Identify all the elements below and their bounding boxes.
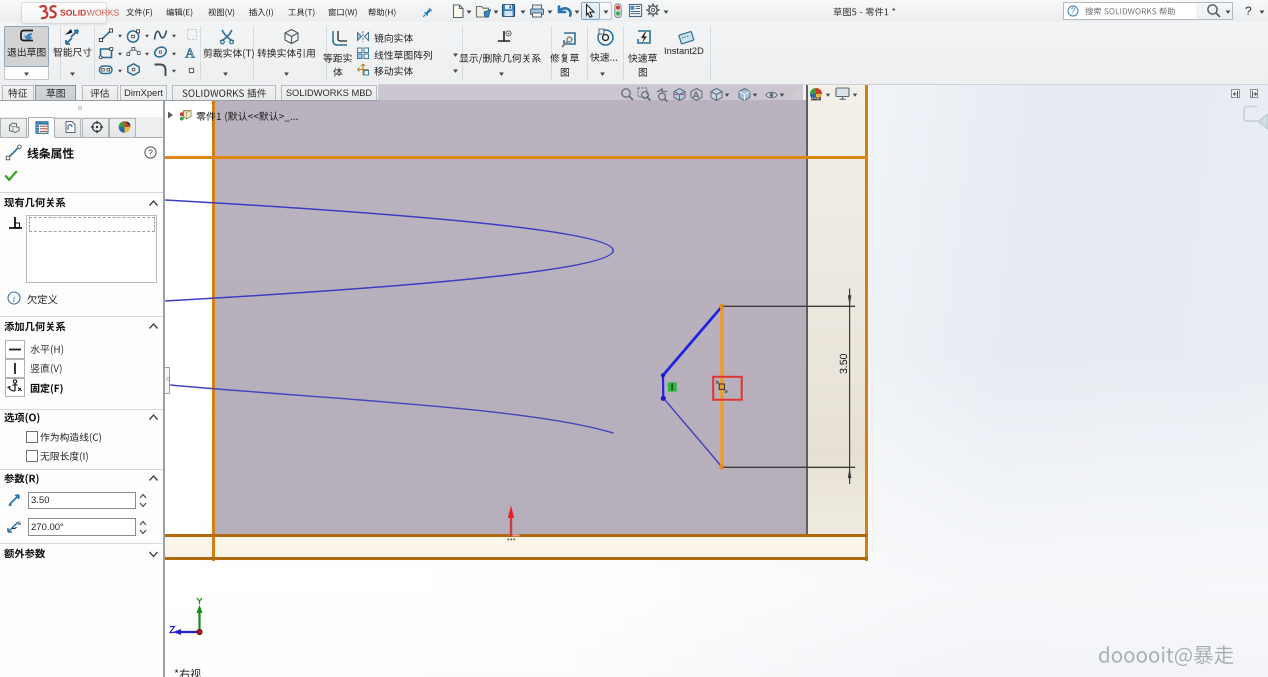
svg-text:A: A (185, 47, 196, 61)
svg-text:?: ? (1245, 4, 1252, 18)
svg-text:a: a (18, 521, 22, 527)
svg-text:?: ? (1071, 7, 1076, 16)
svg-text:?: ? (148, 148, 153, 158)
svg-text:i: i (13, 295, 16, 305)
